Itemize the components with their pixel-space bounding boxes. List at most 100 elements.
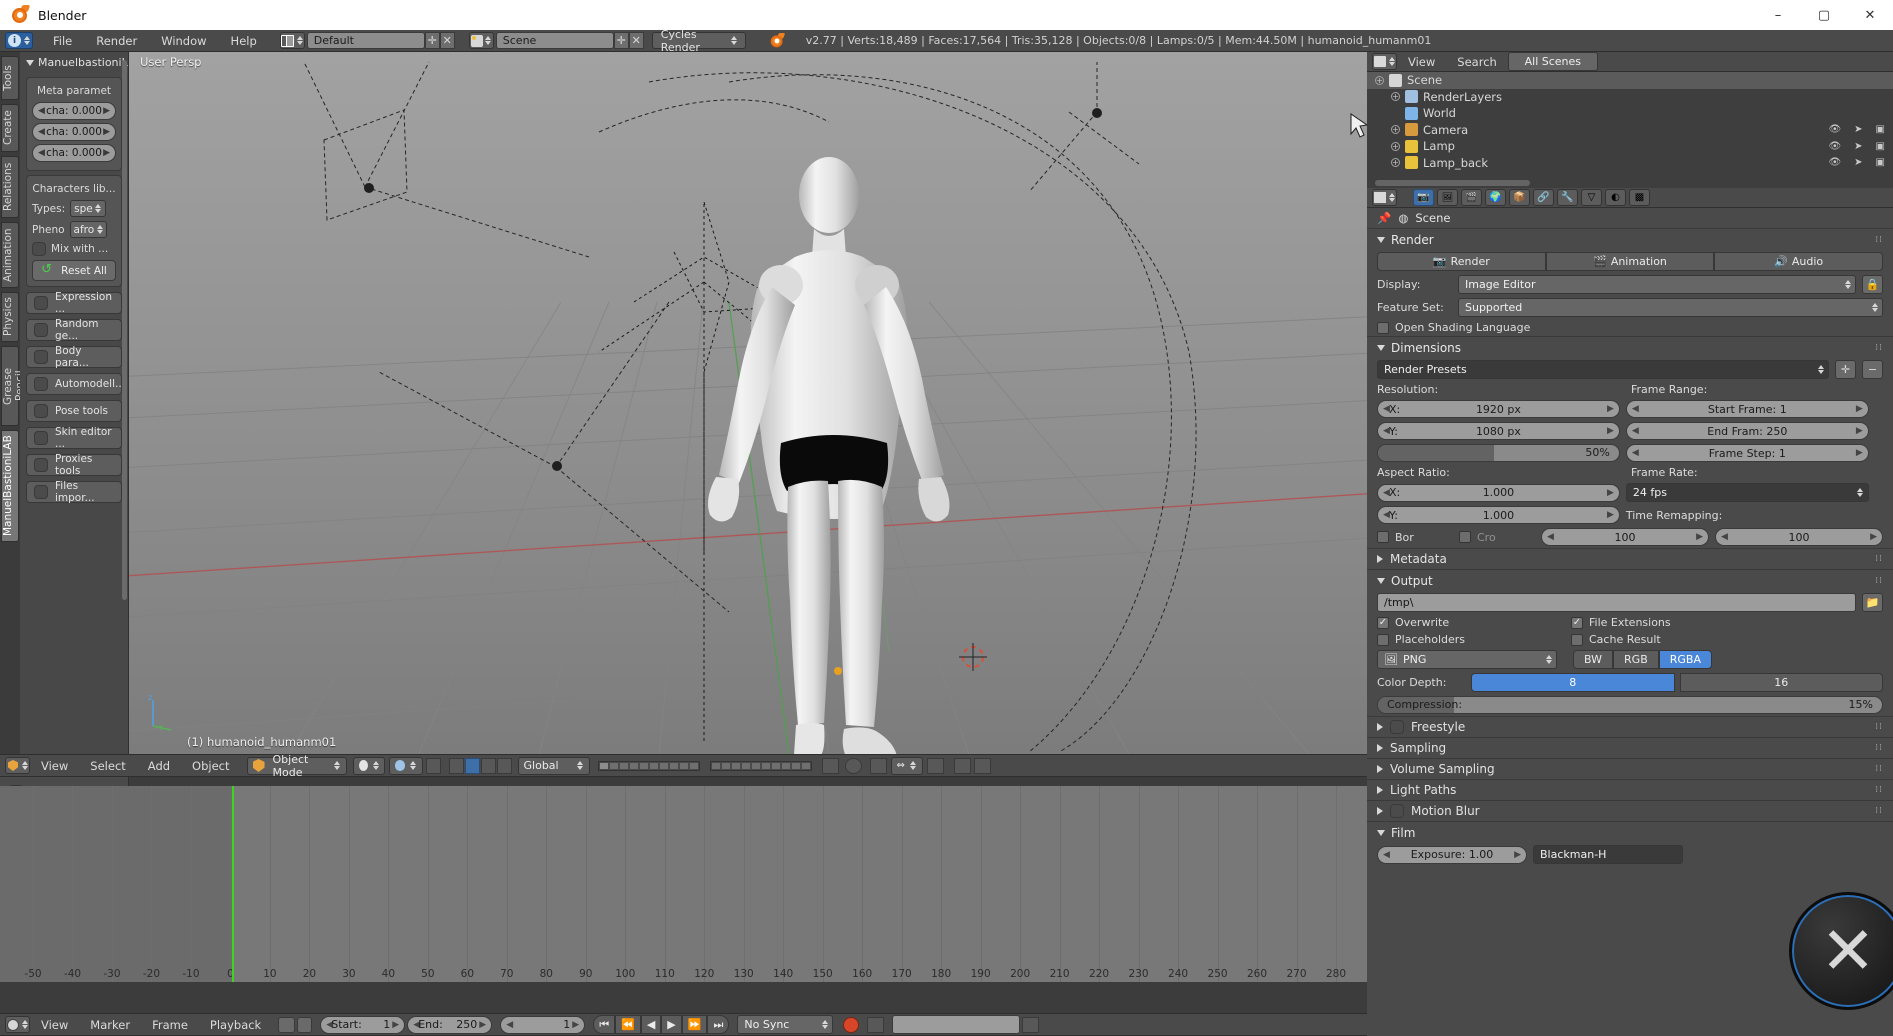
pheno-dropdown[interactable]: afro	[69, 221, 108, 238]
tab-scene[interactable]: 🎬	[1461, 189, 1482, 206]
outliner-menu-view[interactable]: View	[1397, 55, 1446, 69]
rotate-manipulator-button[interactable]	[480, 757, 496, 774]
snap-magnet-button[interactable]	[869, 757, 887, 774]
add-preset-button[interactable]: ✛	[1835, 360, 1856, 379]
current-frame-field[interactable]: ◀ 1 ▶	[500, 1015, 586, 1034]
outliner-editor-type-icon[interactable]	[1372, 53, 1397, 70]
outliner-scrollbar[interactable]	[1375, 180, 1530, 186]
tool-tab-manuelbastionilab[interactable]: ManuelBastioniLAB	[1, 430, 19, 542]
scale-manipulator-button[interactable]	[496, 757, 512, 774]
outliner-menu-search[interactable]: Search	[1446, 55, 1508, 69]
render-audio-button[interactable]: 🔊 Audio	[1714, 252, 1884, 271]
timeline-menu-playback[interactable]: Playback	[199, 1018, 272, 1032]
expand-toggle-icon[interactable]: +	[1391, 92, 1400, 102]
jump-to-start-button[interactable]: ⏮	[593, 1015, 616, 1034]
border-checkbox[interactable]	[1377, 531, 1389, 543]
mix-with-toggle[interactable]	[32, 242, 46, 256]
transform-orientation-selector[interactable]: Global	[517, 756, 590, 775]
metadata-section-header[interactable]: Metadata ⁞⁞	[1367, 548, 1893, 569]
freestyle-section-header[interactable]: Freestyle ⁞⁞	[1367, 716, 1893, 737]
menu-window[interactable]: Window	[149, 31, 218, 51]
properties-editor-type-icon[interactable]	[1372, 189, 1397, 206]
add-scene-button[interactable]: ✛	[613, 32, 629, 49]
viewport-menu-select[interactable]: Select	[79, 759, 136, 773]
play-button[interactable]: ▶	[661, 1015, 682, 1034]
motion-blur-section-header[interactable]: Motion Blur ⁞⁞	[1367, 800, 1893, 821]
film-section-header[interactable]: Film	[1367, 822, 1893, 843]
files-import-button[interactable]: Files impor...	[26, 480, 122, 504]
tab-modifiers[interactable]: 🔧	[1557, 189, 1578, 206]
meta-slider-1[interactable]: ◀ cha: 0.000 ▶	[32, 102, 116, 120]
menu-render[interactable]: Render	[84, 31, 149, 51]
time-remap-old-field[interactable]: ◀ 100 ▶	[1541, 528, 1709, 546]
proportional-edit-button[interactable]	[844, 757, 862, 774]
record-button[interactable]	[843, 1016, 860, 1033]
resolution-y-field[interactable]: ◀ Y: 1080 px ▶	[1377, 422, 1620, 440]
automodelling-button[interactable]: Automodell...	[26, 373, 125, 395]
close-button[interactable]: ✕	[1847, 0, 1893, 30]
outliner-row[interactable]: World	[1367, 105, 1893, 122]
tool-tab-relations[interactable]: Relations	[1, 156, 19, 218]
editor-type-selector[interactable]: i	[5, 32, 33, 49]
outliner-display-mode-selector[interactable]: All Scenes	[1507, 52, 1598, 71]
tab-constraints[interactable]: 🔗	[1533, 189, 1554, 206]
keying-set-field[interactable]	[892, 1015, 1021, 1034]
meta-slider-3[interactable]: ◀ cha: 0.000 ▶	[32, 144, 116, 162]
manipulator-toggle-button[interactable]	[448, 757, 464, 774]
types-dropdown[interactable]: spe	[70, 200, 106, 217]
viewport-editor-type-icon[interactable]	[5, 757, 30, 774]
tab-object[interactable]: 📦	[1509, 189, 1530, 206]
freestyle-toggle[interactable]	[1390, 720, 1404, 734]
end-frame-field[interactable]: ◀ End: 250 ▶	[407, 1015, 493, 1034]
light-paths-section-header[interactable]: Light Paths ⁞⁞	[1367, 779, 1893, 800]
jump-prev-keyframe-button[interactable]: ⏪	[615, 1015, 641, 1034]
pose-tools-button[interactable]: Pose tools	[26, 400, 122, 422]
toolshelf-scrollbar[interactable]	[122, 60, 127, 600]
tool-tab-tools[interactable]: Tools	[1, 56, 19, 100]
color-mode-rgba-button[interactable]: RGBA	[1658, 650, 1712, 669]
render-presets-selector[interactable]: Render Presets	[1377, 360, 1829, 379]
lock-to-scene-button[interactable]	[821, 757, 839, 774]
keying-set-icon[interactable]	[867, 1016, 885, 1033]
delete-scene-button[interactable]: ✕	[628, 32, 644, 49]
display-lock-interface-button[interactable]: 🔒	[1862, 275, 1883, 294]
pin-icon[interactable]: 📌	[1377, 211, 1391, 225]
expand-toggle-icon[interactable]: +	[1391, 125, 1400, 135]
expand-toggle-icon[interactable]: +	[1391, 158, 1400, 168]
snap-element-selector[interactable]: ⇔	[890, 756, 923, 775]
snap-during-transform-button[interactable]	[425, 757, 441, 774]
delete-screen-button[interactable]: ✕	[439, 32, 455, 49]
render-engine-selector[interactable]: Cycles Render	[651, 28, 746, 54]
tool-tab-create[interactable]: Create	[1, 104, 19, 152]
tab-material[interactable]: ◐	[1605, 189, 1626, 206]
start-frame-prop-field[interactable]: ◀ Start Frame: 1 ▶	[1625, 400, 1869, 418]
pixel-filter-selector[interactable]: Blackman-H	[1533, 845, 1683, 864]
motion-blur-toggle[interactable]	[1390, 804, 1404, 818]
outliner-row[interactable]: + Camera 👁 ➤ ▣	[1367, 122, 1893, 139]
scene-layers-grid-bottom[interactable]	[709, 760, 812, 771]
mix-with-row[interactable]: Mix with ...	[32, 242, 116, 256]
resolution-x-field[interactable]: ◀ X: 1920 px ▶	[1377, 400, 1620, 418]
scene-browse-icon[interactable]	[468, 32, 494, 49]
viewport-shading-selector[interactable]	[352, 756, 385, 775]
color-depth-16-button[interactable]: 16	[1679, 673, 1883, 692]
viewport-menu-add[interactable]: Add	[137, 759, 181, 773]
body-parameters-button[interactable]: Body para...	[26, 345, 122, 369]
overwrite-checkbox[interactable]	[1377, 616, 1389, 629]
eye-icon[interactable]: 👁	[1828, 124, 1841, 135]
feature-set-selector[interactable]: Supported	[1458, 298, 1883, 317]
open-shading-language-checkbox[interactable]	[1377, 321, 1389, 334]
skin-editor-button[interactable]: Skin editor ...	[26, 426, 122, 450]
cursor-arrow-icon[interactable]: ➤	[1854, 141, 1862, 152]
lock-icon[interactable]	[297, 1016, 313, 1033]
viewport-menu-view[interactable]: View	[30, 759, 79, 773]
snap-target-button[interactable]	[926, 757, 944, 774]
output-path-field[interactable]: /tmp\	[1377, 593, 1856, 612]
outliner-row[interactable]: + Lamp_back 👁 ➤ ▣	[1367, 155, 1893, 172]
proxies-tools-button[interactable]: Proxies tools	[26, 453, 122, 477]
sampling-section-header[interactable]: Sampling ⁞⁞	[1367, 737, 1893, 758]
screen-layout-icon[interactable]	[279, 32, 305, 49]
timeline-menu-frame[interactable]: Frame	[141, 1018, 199, 1032]
jump-next-keyframe-button[interactable]: ⏩	[681, 1015, 708, 1034]
color-mode-bw-button[interactable]: BW	[1573, 650, 1614, 669]
